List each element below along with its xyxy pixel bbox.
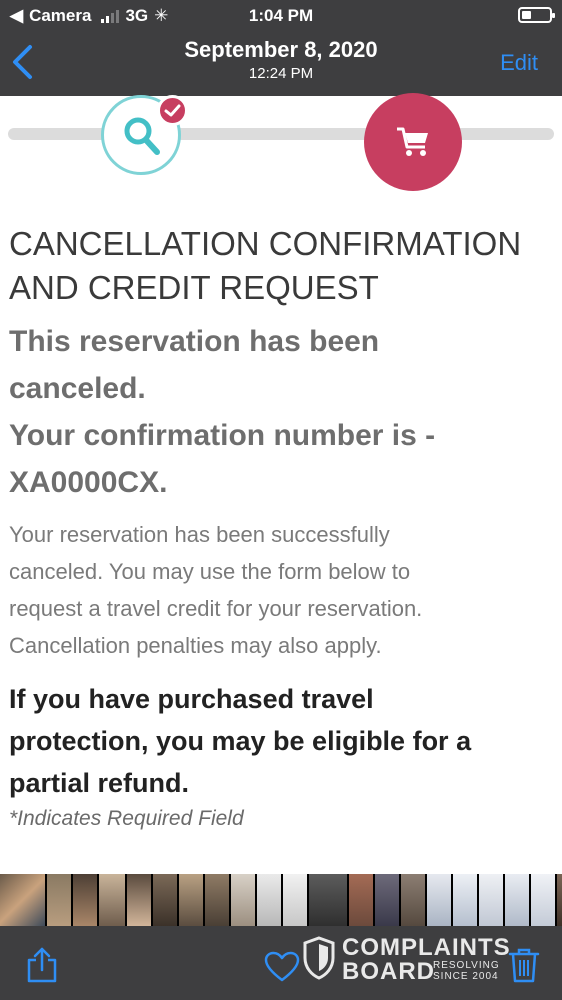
page-content: CANCELLATION CONFIRMATION AND CREDIT REQ… — [9, 222, 557, 834]
share-icon — [27, 947, 57, 983]
photo-thumbnail[interactable] — [283, 874, 307, 926]
photo-date: September 8, 2020 — [184, 37, 378, 62]
battery-icon — [518, 7, 555, 23]
complaintsboard-watermark: COMPLAINTS BOARD RESOLVING SINCE 2004 — [302, 934, 517, 985]
photo-time: 12:24 PM — [248, 65, 314, 82]
photo-thumbnail[interactable] — [479, 874, 503, 926]
watermark-tagline: RESOLVING SINCE 2004 — [433, 960, 500, 982]
progress-step-cart — [364, 93, 462, 191]
photo-thumbnail[interactable] — [99, 874, 125, 926]
photo-thumbnail[interactable] — [427, 874, 451, 926]
required-field-note: *Indicates Required Field — [9, 807, 244, 830]
search-icon — [124, 117, 160, 155]
cancellation-status: This reservation has been canceled. Your… — [9, 318, 557, 506]
photo-thumbnail[interactable] — [153, 874, 177, 926]
photo-thumbnail[interactable] — [205, 874, 229, 926]
photo-thumbnail[interactable] — [531, 874, 555, 926]
photo-thumbnail-strip[interactable] — [0, 874, 562, 926]
photo-thumbnail[interactable] — [375, 874, 399, 926]
photo-thumbnail[interactable] — [47, 874, 71, 926]
photo-thumbnail[interactable] — [257, 874, 281, 926]
favorite-button[interactable] — [264, 951, 300, 988]
photo-thumbnail[interactable] — [73, 874, 97, 926]
checkmark-icon — [164, 104, 181, 117]
page-title: CANCELLATION CONFIRMATION AND CREDIT REQ… — [9, 225, 522, 306]
photo-thumbnail[interactable] — [127, 874, 151, 926]
photo-thumbnail[interactable] — [557, 874, 562, 926]
shield-logo-icon — [303, 936, 335, 980]
photo-thumbnail[interactable] — [231, 874, 255, 926]
photo-thumbnail[interactable] — [453, 874, 477, 926]
photo-thumbnail[interactable] — [179, 874, 203, 926]
confirmation-number: XA0000CX. — [9, 466, 168, 499]
cart-icon — [397, 127, 428, 156]
photo-thumbnail[interactable] — [309, 874, 347, 926]
cancellation-description: Your reservation has been successfully c… — [9, 522, 423, 658]
heart-icon — [264, 951, 300, 982]
status-bar: ◀ Camera 3G ✳ 1:04 PM — [0, 0, 562, 30]
status-time: 1:04 PM — [248, 6, 314, 25]
share-button[interactable] — [26, 946, 58, 989]
progress-track — [8, 128, 554, 140]
edit-button[interactable]: Edit — [500, 50, 538, 76]
photo-thumbnail[interactable] — [349, 874, 373, 926]
step-complete-badge — [157, 95, 188, 126]
nav-title: September 8, 2020 12:24 PM — [0, 37, 562, 82]
top-bar: ◀ Camera 3G ✳ 1:04 PM September 8, 2020 … — [0, 0, 562, 96]
photo-thumbnail[interactable] — [505, 874, 529, 926]
travel-protection-notice: If you have purchased travel protection,… — [9, 684, 472, 798]
photo-thumbnail[interactable] — [401, 874, 425, 926]
photo-thumbnail[interactable] — [0, 874, 45, 926]
watermark-line2: BOARD — [342, 958, 435, 985]
